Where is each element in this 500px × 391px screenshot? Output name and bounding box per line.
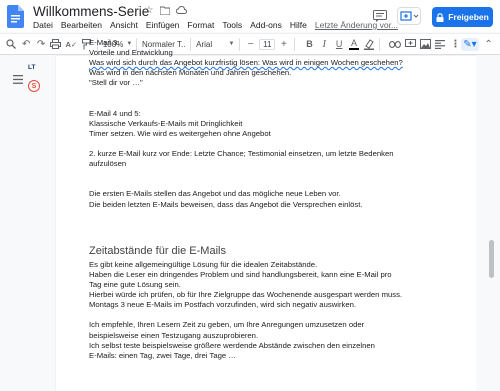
doc-line: Timer setzen. Wie wird es weitergehen oh…	[89, 128, 271, 138]
doc-line: E-Mails: einen Tag, zwei Tage, drei Tage…	[89, 350, 236, 360]
doc-line: beispielsweise einen Testzugang auszupro…	[89, 330, 259, 340]
document-page[interactable]: E-Mail 3: Vorteile und Entwicklung Was w…	[56, 38, 476, 391]
align-left-icon[interactable]	[435, 38, 446, 51]
left-gutter	[0, 56, 54, 391]
doc-line: Ich empfehle, Ihren Lesern Zeit zu geben…	[89, 320, 365, 330]
doc-line: Ich selbst teste beispielsweise größere …	[89, 340, 375, 350]
menu-bar: Datei Bearbeiten Ansicht Einfügen Format…	[33, 20, 398, 30]
print-icon[interactable]	[50, 38, 62, 51]
menu-tools[interactable]: Tools	[222, 20, 242, 30]
doc-line: aufzulösen	[89, 159, 127, 169]
menu-hilfe[interactable]: Hilfe	[290, 20, 307, 30]
doc-line: Es gibt keine allgemeingültige Lösung fü…	[89, 259, 318, 269]
move-folder-icon[interactable]	[159, 4, 171, 16]
document-title[interactable]: Willkommens-Serie	[33, 4, 149, 19]
menu-format[interactable]: Format	[187, 20, 214, 30]
languagetool-extension-icon[interactable]: LT	[28, 64, 35, 71]
menu-add-ons[interactable]: Add-ons	[250, 20, 282, 30]
present-icon	[400, 11, 419, 21]
doc-line: Vorteile und Entwicklung	[89, 48, 173, 58]
more-options-icon[interactable]: ⋮	[450, 38, 461, 51]
search-menus-icon[interactable]	[6, 38, 17, 51]
star-icon[interactable]: ☆	[143, 4, 155, 16]
vertical-scrollbar[interactable]	[487, 56, 495, 391]
doc-line: 2. kurze E-Mail kurz vor Ende: Letzte Ch…	[89, 149, 394, 159]
doc-line: Hierbei würde ich prüfen, ob für Ihre Zi…	[89, 290, 403, 300]
share-label: Freigeben	[448, 12, 489, 22]
title-actions: ☆	[143, 4, 187, 16]
meet-present-button[interactable]	[397, 7, 421, 25]
menu-einfuegen[interactable]: Einfügen	[146, 20, 180, 30]
doc-line: Was wird sich durch das Angebot kurzfris…	[89, 58, 403, 68]
hide-menus-icon[interactable]: ⌃	[483, 38, 494, 51]
doc-line: Die beiden letzten E-Mails beweisen, das…	[89, 199, 363, 209]
comment-history-icon[interactable]	[373, 10, 387, 22]
document-outline-icon[interactable]	[13, 75, 23, 84]
menu-ansicht[interactable]: Ansicht	[110, 20, 138, 30]
doc-line: "Stell dir vor …"	[89, 78, 143, 88]
google-docs-window: Willkommens-Serie ☆ Datei Bearbeiten Ans…	[0, 0, 500, 391]
doc-line: E-Mail 3:	[89, 38, 120, 47]
doc-line: Montags 3 neue E-Mails im Postfach vorzu…	[89, 300, 357, 310]
doc-line: Was wird in den nächsten Monaten und Jah…	[89, 68, 292, 78]
docs-logo-icon[interactable]	[7, 5, 24, 28]
undo-icon[interactable]: ↶	[21, 38, 32, 51]
doc-line: E-Mail 4 und 5:	[89, 108, 141, 118]
section-heading: Zeitabstände für die E-Mails	[89, 244, 226, 257]
menu-bearbeiten[interactable]: Bearbeiten	[61, 20, 102, 30]
editing-mode-icon[interactable]: ✎▾	[460, 37, 480, 51]
doc-line: Tag eine gute Lösung sein.	[89, 280, 181, 290]
share-button[interactable]: Freigeben	[432, 7, 493, 27]
extension-s-icon[interactable]: S	[28, 80, 40, 92]
doc-line: Die ersten E-Mails stellen das Angebot u…	[89, 189, 341, 199]
title-bar: Willkommens-Serie ☆ Datei Bearbeiten Ans…	[0, 0, 500, 32]
cloud-status-icon[interactable]	[175, 4, 187, 16]
redo-icon[interactable]: ↷	[36, 38, 47, 51]
doc-line: Haben die Leser ein dringendes Problem u…	[89, 269, 392, 279]
doc-line: Klassische Verkaufs-E-Mails mit Dringlic…	[89, 118, 243, 128]
menu-datei[interactable]: Datei	[33, 20, 53, 30]
lock-icon	[436, 12, 444, 22]
spellcheck-icon[interactable]: A✓	[65, 38, 77, 51]
document-body[interactable]: E-Mail 3: Vorteile und Entwicklung Was w…	[89, 38, 429, 361]
scrollbar-thumb[interactable]	[489, 240, 494, 278]
